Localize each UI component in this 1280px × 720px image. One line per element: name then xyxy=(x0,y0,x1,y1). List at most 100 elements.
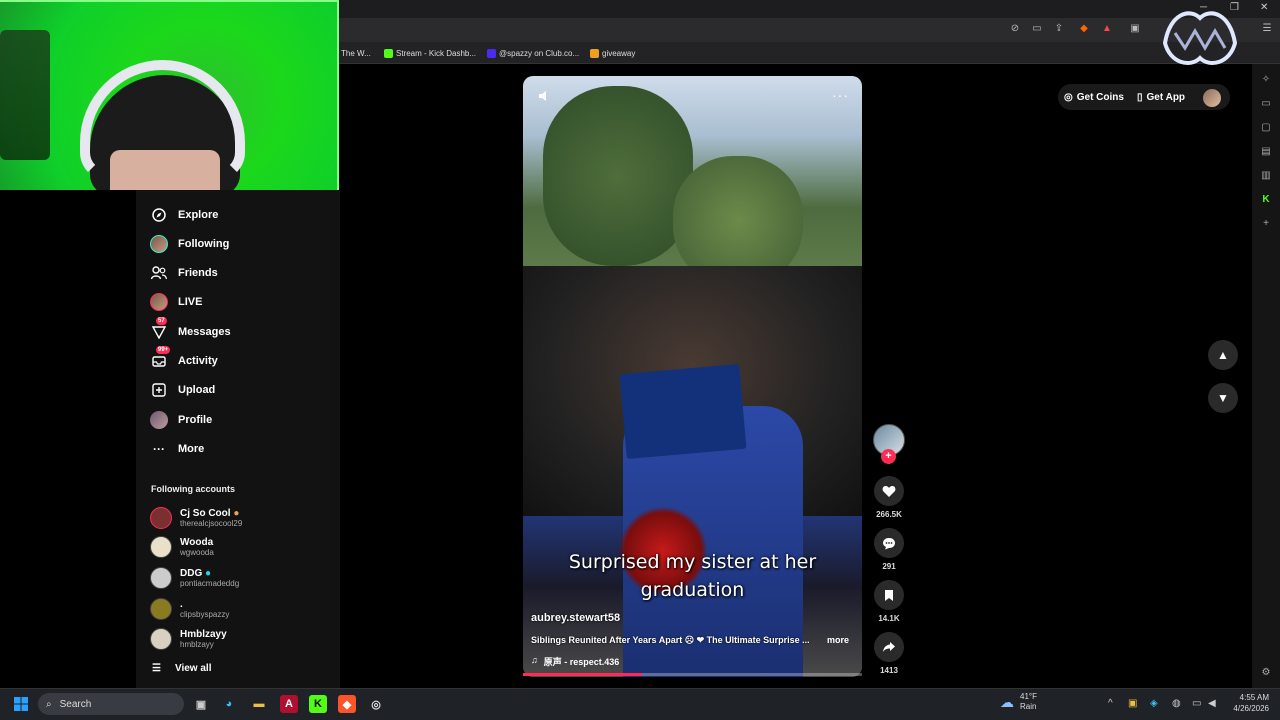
microphone-icon[interactable]: ◍ xyxy=(1172,698,1181,709)
taskbar-search[interactable]: ⌕ Search xyxy=(38,693,184,715)
bookmarks-icon[interactable]: ▤ xyxy=(1259,145,1273,159)
kick-app-icon[interactable]: K xyxy=(309,695,327,713)
club-icon xyxy=(487,48,496,58)
menu-icon[interactable]: ☰ xyxy=(1260,22,1274,36)
weather-temp: 41°F xyxy=(1020,692,1037,701)
screen-icon[interactable]: ▭ xyxy=(1030,22,1044,36)
previous-video-button[interactable]: ▲ xyxy=(1208,340,1238,370)
rewards-icon[interactable]: ▲ xyxy=(1100,22,1114,36)
cast-icon[interactable]: ⊘ xyxy=(1008,22,1022,36)
wallet-icon[interactable]: ▢ xyxy=(1259,121,1273,135)
tv-icon[interactable]: ▭ xyxy=(1259,97,1273,111)
volume-icon[interactable]: ◀ xyxy=(1208,698,1216,709)
weather-widget[interactable]: ☁ 41°F Rain xyxy=(1000,692,1037,712)
phone-icon: ▯ xyxy=(1137,91,1143,103)
app-icon[interactable]: A xyxy=(280,695,298,713)
google-icon xyxy=(590,48,599,58)
next-video-button[interactable]: ▼ xyxy=(1208,383,1238,413)
view-all-button[interactable]: ☰ View all xyxy=(152,663,211,674)
account-handle: clipsbyspazzy xyxy=(180,609,230,619)
close-icon[interactable]: ✕ xyxy=(1260,2,1268,13)
sidebar-item-messages[interactable]: 57 Messages xyxy=(150,317,231,343)
messages-badge: 57 xyxy=(156,317,167,325)
comment-button[interactable]: 291 xyxy=(873,528,905,571)
add-panel-icon[interactable]: + xyxy=(1259,217,1273,231)
video-caption: Surprised my sister at her graduation xyxy=(568,551,817,601)
sidebar-item-label: Profile xyxy=(178,414,213,426)
video-description: Siblings Reunited After Years Apart ☹ ❤ … xyxy=(531,635,810,645)
following-account[interactable]: Wooda wgwooda xyxy=(150,536,214,558)
sidebar-item-more[interactable]: ··· More xyxy=(150,438,204,460)
share-button[interactable]: 1413 xyxy=(873,632,905,675)
kick-icon[interactable]: K xyxy=(1259,193,1273,207)
save-button[interactable]: 14.1K xyxy=(873,580,905,623)
list-icon: ☰ xyxy=(152,663,161,674)
tray-app-icon[interactable]: ▣ xyxy=(1128,698,1137,709)
video-author[interactable]: aubrey.stewart58 xyxy=(531,612,620,624)
bookmark-item[interactable]: @spazzy on Club.co... xyxy=(487,46,579,60)
like-button[interactable]: 266.5K xyxy=(873,476,905,519)
reading-list-icon[interactable]: ▥ xyxy=(1259,169,1273,183)
user-avatar[interactable] xyxy=(1203,89,1221,107)
following-account[interactable]: . clipsbyspazzy xyxy=(150,598,229,620)
comment-count: 291 xyxy=(882,562,896,571)
bookmark-item[interactable]: giveaway xyxy=(590,46,635,60)
file-explorer-icon[interactable]: ▬ xyxy=(250,695,268,713)
emoji-icon: ● xyxy=(233,507,240,519)
follow-plus-icon[interactable]: + xyxy=(881,449,896,464)
windows-start-icon[interactable] xyxy=(12,695,30,713)
inbox-icon: 99+ xyxy=(150,346,171,370)
network-icon[interactable]: ▭ xyxy=(1192,698,1201,709)
clock-time: 4:55 AM xyxy=(1239,693,1269,702)
ellipsis-icon: ··· xyxy=(153,442,165,456)
activity-badge: 99+ xyxy=(156,346,171,354)
share-arrow-icon xyxy=(874,632,904,662)
sidebar-item-explore[interactable]: Explore xyxy=(150,204,218,226)
sidebar-item-upload[interactable]: Upload xyxy=(150,379,215,401)
verified-icon: ● xyxy=(205,567,212,579)
brave-icon[interactable]: ◆ xyxy=(338,695,356,713)
music-note-icon: ♫ xyxy=(531,655,538,665)
sidebar-toggle-icon[interactable]: ▣ xyxy=(1128,22,1142,36)
more-options-icon[interactable]: ··· xyxy=(832,87,849,103)
sidebar-item-following[interactable]: Following xyxy=(150,233,229,255)
share-icon[interactable]: ⇪ xyxy=(1052,22,1066,36)
task-view-icon[interactable]: ▣ xyxy=(192,695,210,713)
sound-link[interactable]: ♫ 原声 - respect.436 xyxy=(531,655,619,668)
pin-icon[interactable]: ✧ xyxy=(1259,73,1273,87)
sidebar-item-label: Friends xyxy=(178,267,218,279)
get-coins-button[interactable]: ◎ Get Coins xyxy=(1064,88,1124,106)
brave-shield-icon[interactable]: ◆ xyxy=(1077,22,1091,36)
coin-icon: ◎ xyxy=(1064,91,1073,103)
bookmark-item[interactable]: Stream - Kick Dashb... xyxy=(384,46,476,60)
sidebar-item-activity[interactable]: 99+ Activity xyxy=(150,346,218,372)
search-label: Search xyxy=(59,698,92,710)
settings-gear-icon[interactable]: ⚙ xyxy=(1259,666,1273,680)
system-clock[interactable]: 4:55 AM 4/26/2026 xyxy=(1225,692,1269,714)
sidebar-item-live[interactable]: LIVE xyxy=(150,291,202,313)
bookmark-item[interactable]: The W... xyxy=(341,46,371,60)
description-more-button[interactable]: more xyxy=(827,635,849,645)
account-avatar xyxy=(150,567,172,589)
following-account[interactable]: DDG ● pontiacmadeddg xyxy=(150,567,239,589)
view-all-label: View all xyxy=(174,663,212,674)
mute-icon[interactable] xyxy=(537,89,551,103)
account-avatar xyxy=(150,598,172,620)
following-account[interactable]: Cj So Cool ● therealcjsocool29 xyxy=(150,507,242,529)
sidebar-item-label: LIVE xyxy=(178,296,203,308)
tray-app-icon[interactable]: ◈ xyxy=(1150,698,1158,709)
obs-icon[interactable]: ◎ xyxy=(367,695,385,713)
account-handle: wgwooda xyxy=(180,547,214,557)
sidebar-item-friends[interactable]: Friends xyxy=(150,262,218,284)
sidebar-item-label: Explore xyxy=(178,209,219,221)
sidebar-item-profile[interactable]: Profile xyxy=(150,409,212,431)
following-account[interactable]: Hmblzayy hmblzayy xyxy=(150,628,227,650)
get-app-button[interactable]: ▯ Get App xyxy=(1137,88,1185,106)
sound-name: 原声 - respect.436 xyxy=(543,657,620,667)
clock-date: 4/26/2026 xyxy=(1233,704,1269,713)
account-name: Cj So Cool xyxy=(180,507,231,519)
account-name: DDG xyxy=(180,567,203,579)
get-app-label: Get App xyxy=(1146,91,1186,103)
chevron-up-icon[interactable]: ^ xyxy=(1108,698,1113,709)
edge-icon[interactable]: ◕ xyxy=(220,695,238,713)
